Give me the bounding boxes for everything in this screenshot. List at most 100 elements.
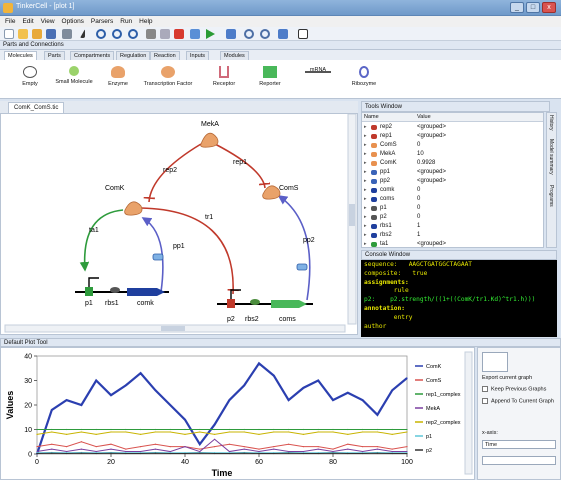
edge-rep1[interactable] — [214, 143, 265, 189]
menu-file[interactable]: File — [5, 16, 15, 27]
tab-parts[interactable]: Parts — [44, 51, 65, 60]
meka-node[interactable] — [200, 132, 219, 148]
tab-reaction[interactable]: Reaction — [150, 51, 180, 60]
tools-row-value[interactable]: <grouped> — [417, 240, 446, 247]
network-canvas[interactable]: MekA ComK ComS rep2 rep1 tr1 ta1 pp1 pp2… — [0, 113, 358, 335]
menu-edit[interactable]: Edit — [22, 16, 33, 27]
rbs2-part[interactable] — [250, 299, 260, 305]
tools-row-value[interactable]: 10 — [417, 150, 424, 159]
table-icon[interactable] — [190, 29, 200, 39]
pp2-node[interactable] — [296, 263, 308, 271]
tools-row-value[interactable]: 0 — [417, 204, 420, 213]
tab-inputs[interactable]: Inputs — [186, 51, 209, 60]
comk-node[interactable] — [124, 201, 143, 216]
maximize-button[interactable]: □ — [526, 2, 540, 13]
tools-table[interactable]: Name Value ▸ rep2 <grouped> ▸ rep1 <grouped> ▸… — [361, 112, 544, 248]
vertical-scroll-thumb[interactable] — [349, 204, 355, 226]
tools-row-value[interactable]: 0.9928 — [417, 159, 435, 168]
tab-modules[interactable]: Modules — [220, 51, 249, 60]
tools-row-12[interactable]: ▸ rbs2 1 — [362, 231, 543, 240]
tab-compartments[interactable]: Compartments — [70, 51, 115, 60]
tools-row-11[interactable]: ▸ rbs1 1 — [362, 222, 543, 231]
copy-icon[interactable] — [160, 29, 170, 39]
expand-icon[interactable]: ▸ — [364, 177, 367, 186]
tools-row-value[interactable]: 0 — [417, 195, 420, 204]
new-icon[interactable] — [4, 29, 14, 39]
expand-icon[interactable]: ▸ — [364, 204, 367, 213]
palette-item-transcription-factor[interactable]: Transcription Factor — [138, 62, 198, 98]
menu-help[interactable]: Help — [139, 16, 152, 27]
tab-history[interactable]: History — [548, 115, 554, 131]
edge-pp2[interactable] — [277, 195, 311, 301]
tools-row-4[interactable]: ▸ ComK 0.9928 — [362, 159, 543, 168]
pointer-icon[interactable] — [80, 29, 85, 38]
cut-icon[interactable] — [146, 29, 156, 39]
tools-row-value[interactable]: <grouped> — [417, 168, 446, 177]
tools-row-value[interactable]: <grouped> — [417, 123, 446, 132]
expand-icon[interactable]: ▸ — [364, 141, 367, 150]
p1-promoter[interactable] — [85, 287, 93, 296]
menu-view[interactable]: View — [41, 16, 55, 27]
expand-icon[interactable]: ▸ — [364, 213, 367, 222]
tools-row-13[interactable]: ▸ ta1 <grouped> — [362, 240, 543, 247]
tab-molecules[interactable]: Molecules — [4, 51, 37, 60]
print-icon[interactable] — [62, 29, 72, 39]
tools-row-value[interactable]: 0 — [417, 141, 420, 150]
zoom-out-icon[interactable] — [260, 29, 270, 39]
tab-regulation[interactable]: Regulation — [116, 51, 151, 60]
tools-row-5[interactable]: ▸ pp1 <grouped> — [362, 168, 543, 177]
tab-programs[interactable]: Programs — [548, 185, 554, 207]
expand-icon[interactable]: ▸ — [364, 168, 367, 177]
expand-icon[interactable]: ▸ — [364, 195, 367, 204]
zoom-in-icon[interactable] — [244, 29, 254, 39]
expand-icon[interactable]: ▸ — [364, 240, 367, 247]
export-graph-icon[interactable] — [482, 352, 508, 372]
console-window[interactable]: sequence: AAGCTGATGGCTAGAAT composite: tr… — [361, 260, 557, 337]
export-graph-button[interactable]: Export current graph — [482, 375, 532, 381]
tools-row-value[interactable]: <grouped> — [417, 132, 446, 141]
tools-row-8[interactable]: ▸ coms 0 — [362, 195, 543, 204]
menu-options[interactable]: Options — [62, 16, 84, 27]
menu-parsers[interactable]: Parsers — [91, 16, 113, 27]
x-axis-select[interactable]: Time — [482, 440, 556, 449]
delete-icon[interactable] — [174, 29, 184, 39]
expand-icon[interactable]: ▸ — [364, 123, 367, 132]
secondary-select[interactable] — [482, 456, 556, 465]
menu-run[interactable]: Run — [120, 16, 132, 27]
tools-row-1[interactable]: ▸ rep1 <grouped> — [362, 132, 543, 141]
tools-row-2[interactable]: ▸ ComS 0 — [362, 141, 543, 150]
tools-row-value[interactable]: 1 — [417, 222, 420, 231]
redo-icon[interactable] — [112, 29, 122, 39]
append-graph-option[interactable]: Append To Current Graph — [482, 398, 554, 404]
expand-icon[interactable]: ▸ — [364, 186, 367, 195]
expand-icon[interactable]: ▸ — [364, 159, 367, 168]
legend-scrollbar[interactable] — [464, 351, 473, 475]
tab-model-summary[interactable]: Model summary — [548, 139, 554, 175]
tools-row-6[interactable]: ▸ pp2 <grouped> — [362, 177, 543, 186]
comk-gene[interactable] — [127, 288, 165, 296]
refresh-icon[interactable] — [128, 29, 138, 39]
horizontal-scroll-thumb[interactable] — [161, 326, 185, 331]
tools-row-value[interactable]: <grouped> — [417, 177, 446, 186]
expand-icon[interactable]: ▸ — [364, 222, 367, 231]
expand-icon[interactable]: ▸ — [364, 132, 367, 141]
tools-row-value[interactable]: 0 — [417, 186, 420, 195]
tools-row-7[interactable]: ▸ comk 0 — [362, 186, 543, 195]
pp1-node[interactable] — [152, 253, 164, 261]
edge-ta1[interactable] — [79, 209, 124, 272]
undo-icon[interactable] — [96, 29, 106, 39]
append-checkbox[interactable] — [482, 398, 488, 404]
open-icon[interactable] — [18, 29, 28, 39]
rbs1-part[interactable] — [110, 287, 120, 293]
keep-previous-graphs-option[interactable]: Keep Previous Graphs — [482, 386, 546, 392]
play-icon[interactable] — [206, 29, 215, 39]
edge-tr1[interactable] — [140, 207, 233, 295]
coms-gene[interactable] — [271, 300, 307, 308]
value-column-header[interactable]: Value — [417, 114, 431, 120]
expand-icon[interactable]: ▸ — [364, 150, 367, 159]
tools-row-10[interactable]: ▸ p2 0 — [362, 213, 543, 222]
text-color-icon[interactable] — [298, 29, 308, 39]
expand-icon[interactable]: ▸ — [364, 231, 367, 240]
tools-row-9[interactable]: ▸ p1 0 — [362, 204, 543, 213]
tools-row-0[interactable]: ▸ rep2 <grouped> — [362, 123, 543, 132]
